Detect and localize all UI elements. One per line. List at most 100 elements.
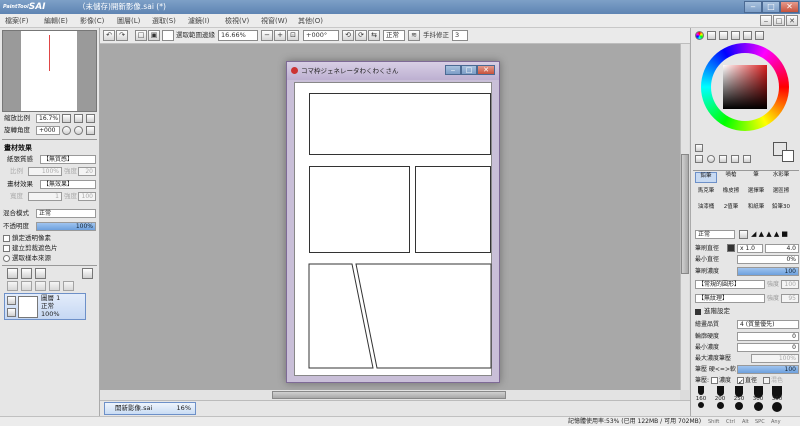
tool-5[interactable]: 橡皮擦 (720, 188, 742, 199)
menu-file[interactable]: 檔案(F) (5, 16, 29, 26)
zoom-in-icon[interactable]: + (274, 30, 286, 41)
max-density-pressure-field[interactable]: 100% (751, 354, 799, 363)
transfer-down-icon[interactable] (21, 281, 32, 291)
nav-rotate-right-icon[interactable] (74, 126, 83, 135)
mdi-close-button[interactable]: ✕ (786, 15, 798, 26)
brush-size-dot[interactable] (698, 386, 704, 395)
merge-down-icon[interactable] (35, 281, 46, 291)
comic-frame-slanted-right[interactable] (355, 263, 492, 369)
minimize-button[interactable]: ‒ (744, 1, 762, 13)
menu-other[interactable]: 其他(O) (298, 16, 323, 26)
eyedropper-icon[interactable] (743, 155, 751, 163)
brush-lock-icon[interactable] (7, 308, 16, 317)
color-mixer-toggle-icon[interactable] (731, 31, 740, 40)
brush-size-multiplier[interactable]: x 1.0 (737, 244, 763, 253)
vertical-scroll-thumb[interactable] (681, 154, 689, 274)
brush-size-field[interactable]: 4.0 (765, 244, 799, 253)
brush-texture-select[interactable]: 【無紋理】 (695, 294, 765, 303)
tool-3[interactable]: 水彩筆 (770, 172, 792, 183)
rgb-slider-toggle-icon[interactable] (707, 31, 716, 40)
pressure-size-checkbox[interactable]: ✓ (737, 377, 744, 386)
redo-icon[interactable]: ↷ (116, 30, 128, 41)
rotate-left-icon[interactable]: ⟲ (342, 30, 354, 41)
brush-size-dot[interactable] (716, 402, 724, 409)
quality-select[interactable]: 4 (質量優先) (737, 320, 799, 329)
collapse-icon[interactable] (695, 309, 701, 315)
menu-canvas[interactable]: 影像(C) (80, 16, 104, 26)
zoom-tool-icon[interactable] (707, 155, 715, 163)
subwindow-close-button[interactable]: ✕ (477, 65, 495, 75)
strength2-field[interactable]: 100 (78, 192, 96, 201)
rotate-right-icon[interactable]: ⟳ (355, 30, 367, 41)
color-wheel[interactable] (701, 43, 789, 131)
tool-4[interactable]: 馬克筆 (695, 188, 717, 199)
new-layer-icon[interactable] (7, 268, 18, 279)
select-edges-checkbox[interactable] (162, 30, 174, 41)
menu-edit[interactable]: 編輯(E) (44, 16, 68, 26)
secondary-color-swatch[interactable] (782, 150, 794, 162)
move-icon[interactable] (695, 155, 703, 163)
brush-tip-shapes[interactable]: ◢ ▲ ▲ ▲ ■ (751, 230, 799, 239)
mdi-restore-button[interactable]: □ (773, 15, 785, 26)
horizontal-scrollbar[interactable] (100, 390, 680, 400)
close-button[interactable]: ✕ (780, 1, 799, 13)
comic-page[interactable] (294, 82, 492, 376)
paper-texture-select[interactable]: 【無質感】 (40, 155, 96, 164)
new-linework-layer-icon[interactable] (35, 268, 46, 279)
size-lock-icon[interactable] (727, 244, 735, 252)
stabilizer-icon[interactable]: ≋ (408, 30, 420, 41)
swatches-toggle-icon[interactable] (743, 31, 752, 40)
delete-layer-icon[interactable] (63, 281, 74, 291)
flip-horizontal-icon[interactable]: ⇆ (368, 30, 380, 41)
pressure-blend-checkbox[interactable] (763, 377, 770, 384)
undo-icon[interactable]: ↶ (103, 30, 115, 41)
hsv-slider-toggle-icon[interactable] (719, 31, 728, 40)
rotation-field[interactable]: +000° (303, 30, 339, 41)
vertical-scrollbar[interactable] (680, 44, 689, 390)
clip-group-checkbox[interactable] (3, 245, 10, 252)
zoom-field[interactable]: 16.66% (218, 30, 258, 41)
navigator-preview[interactable] (2, 30, 97, 112)
tool-9[interactable]: 2值筆 (720, 204, 742, 215)
tool-2[interactable]: 筆 (745, 172, 767, 183)
brush-density-slider[interactable]: 100 (737, 267, 799, 276)
zoom-value-field[interactable]: 16.7% (36, 114, 60, 123)
brush-size-dot[interactable] (753, 402, 763, 411)
deselect-icon[interactable]: □ (135, 30, 147, 41)
nav-zoom-in-icon[interactable] (74, 114, 83, 123)
brush-size-dot[interactable] (698, 402, 704, 408)
brush-shape-strength-field[interactable]: 100 (781, 280, 799, 289)
tool-7[interactable]: 選區擦 (770, 188, 792, 199)
strength-field[interactable]: 20 (78, 167, 96, 176)
menu-select[interactable]: 選取(S) (152, 16, 176, 26)
scale-field[interactable]: 100% (28, 167, 62, 176)
invert-selection-icon[interactable]: ▣ (148, 30, 160, 41)
selection-source-radio[interactable] (3, 255, 10, 262)
menu-filter[interactable]: 濾鏡(I) (188, 16, 210, 26)
tool-10[interactable]: 和紙筆 (745, 204, 767, 215)
brush-size-dot[interactable] (772, 402, 782, 412)
brush-mode-select[interactable]: 正常 (695, 230, 735, 239)
mdi-minimize-button[interactable]: ‒ (760, 15, 772, 26)
subwindow-minimize-button[interactable]: ‒ (445, 65, 461, 75)
stabilizer-field[interactable]: 3 (452, 30, 468, 41)
width-field[interactable]: 1 (28, 192, 62, 201)
nav-rotate-left-icon[interactable] (62, 126, 71, 135)
protect-alpha-checkbox[interactable] (3, 235, 10, 242)
new-folder-icon[interactable] (21, 268, 32, 279)
maximize-button[interactable]: □ (762, 1, 780, 13)
zoom-reset-icon[interactable]: ⊡ (287, 30, 299, 41)
tool-11[interactable]: 鉛筆30 (770, 204, 792, 215)
tool-0[interactable]: 鉛筆 (695, 172, 717, 183)
tool-6[interactable]: 選擇筆 (745, 188, 767, 199)
tool-8[interactable]: 油漆桶 (695, 204, 717, 215)
document-tab[interactable]: 開新影像.sai 16% (104, 402, 196, 415)
horizontal-scroll-thumb[interactable] (272, 391, 506, 399)
rotate-value-field[interactable]: +000 (36, 126, 60, 135)
nav-rotate-reset-icon[interactable] (86, 126, 95, 135)
rect-select-icon[interactable] (695, 144, 703, 152)
blend-mode-field[interactable]: 正常 (383, 30, 405, 41)
canvas-area[interactable]: コマ枠ジェネレータわくわくさん ‒ □ ✕ (100, 44, 680, 390)
subwindow-titlebar[interactable]: コマ枠ジェネレータわくわくさん ‒ □ ✕ (287, 62, 499, 80)
pressure-density-checkbox[interactable] (711, 377, 718, 384)
